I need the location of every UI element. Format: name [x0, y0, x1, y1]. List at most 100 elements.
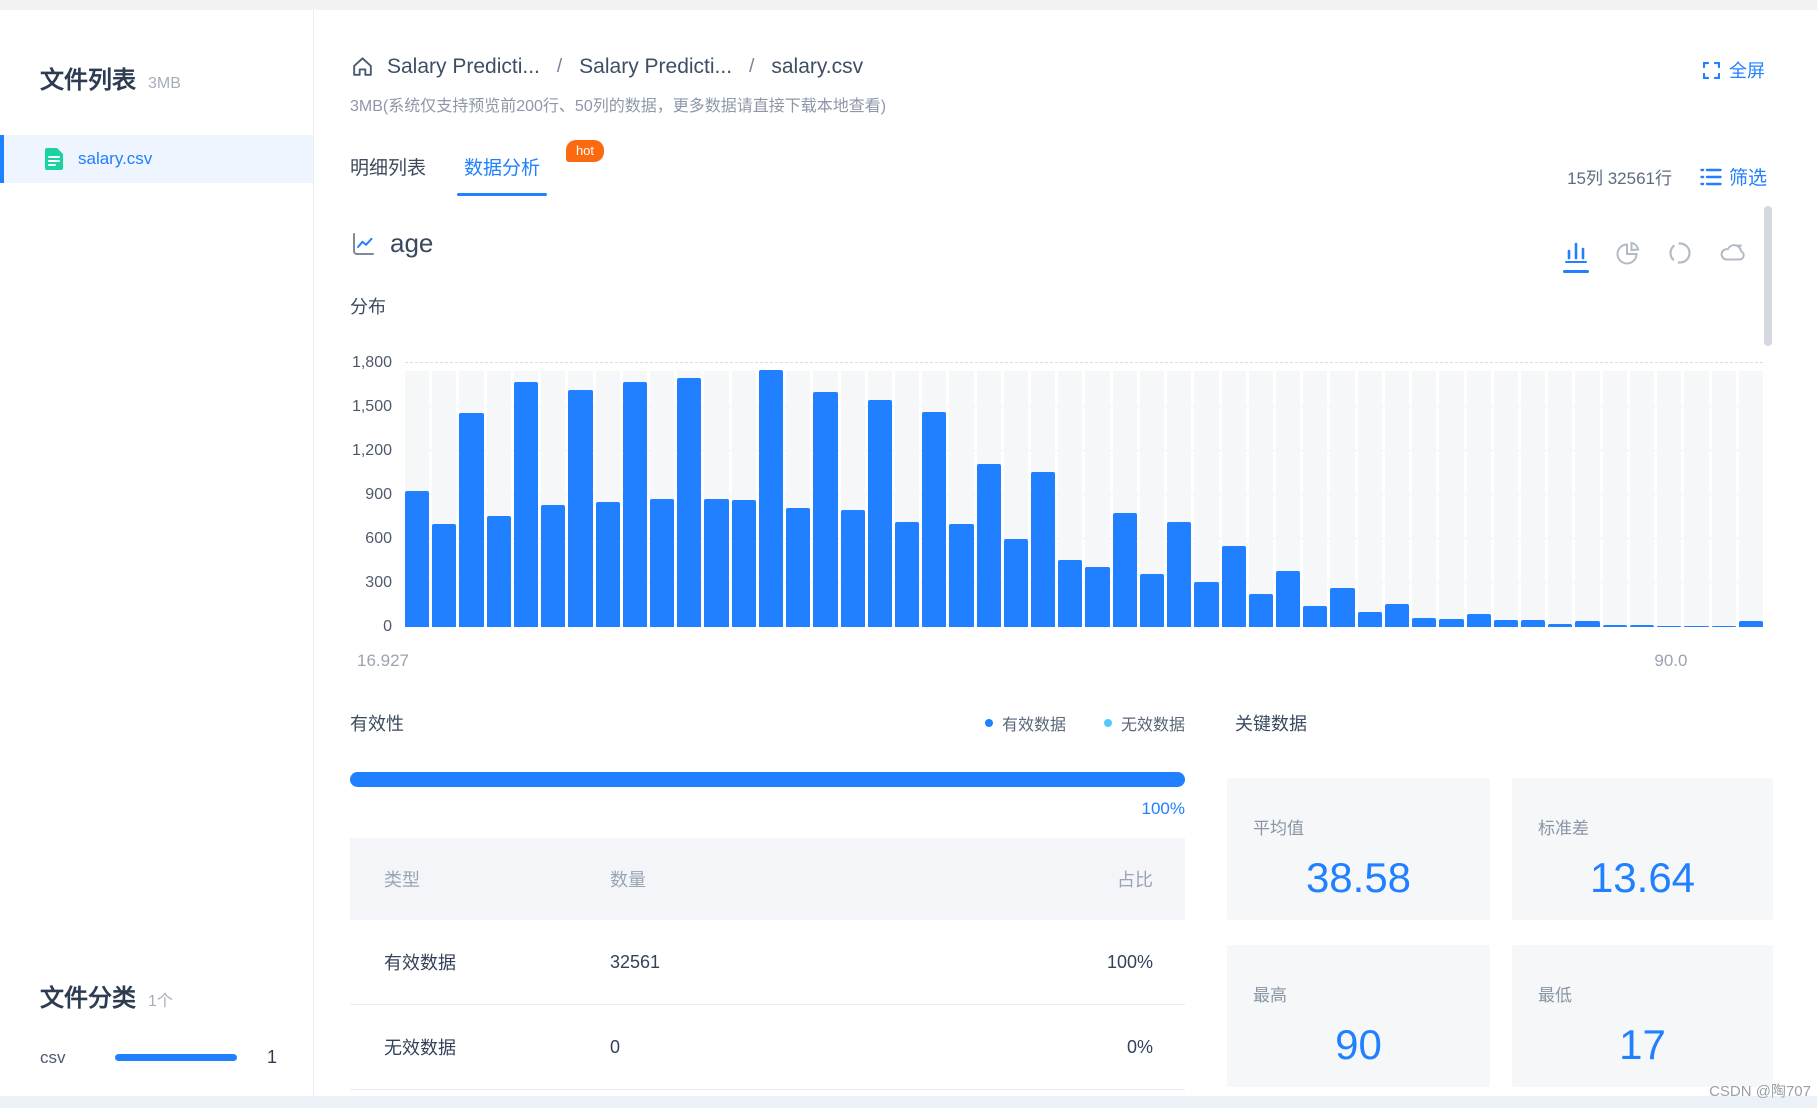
home-icon[interactable]: [350, 54, 375, 79]
category-count: 1: [266, 1047, 277, 1067]
y-tick-label: 1,500: [351, 398, 392, 415]
watermark: CSDN @陶707: [1709, 1083, 1811, 1100]
fullscreen-button[interactable]: 全屏: [1703, 57, 1765, 83]
cell-count: 0: [610, 1036, 621, 1057]
file-classify-section: 文件分类 1个 csv 1: [40, 978, 277, 1068]
pie-chart-icon[interactable]: [1615, 240, 1641, 266]
category-bar: [115, 1054, 237, 1061]
word-cloud-icon[interactable]: [1719, 240, 1747, 264]
histogram-bar: [1194, 371, 1219, 627]
histogram-bar: [922, 371, 947, 627]
page-top-strip: [0, 0, 1817, 10]
histogram-bar: [840, 371, 865, 627]
cell-ratio: 0%: [1126, 1036, 1153, 1057]
histogram-bar: [1439, 371, 1464, 627]
histogram-bar: [1031, 371, 1056, 627]
legend-invalid-label: 无效数据: [1120, 717, 1185, 734]
cell-type: 无效数据: [384, 1038, 456, 1058]
validity-progress-bar: [350, 772, 1185, 787]
histogram-bar: [1058, 371, 1083, 627]
col-header-type: 类型: [384, 870, 420, 890]
histogram-bar: [1575, 371, 1600, 627]
filter-button[interactable]: 筛选: [1700, 163, 1767, 190]
histogram-bar: [1548, 371, 1573, 627]
main-panel: Salary Predicti... / Salary Predicti... …: [314, 10, 1817, 1096]
category-label: csv: [40, 1047, 66, 1067]
preview-limit-note: 3MB(系统仅支持预览前200行、50列的数据，更多数据请直接下载本地查看): [350, 98, 887, 115]
y-tick-label: 900: [365, 486, 392, 503]
bar-chart-icon[interactable]: [1563, 240, 1589, 273]
donut-chart-icon[interactable]: [1667, 240, 1693, 266]
histogram-bar: [1221, 371, 1246, 627]
line-chart-icon: [350, 231, 376, 257]
invalid-data-dot: [1103, 719, 1112, 727]
histogram-bar: [1384, 371, 1410, 627]
category-row-csv[interactable]: csv 1: [40, 1047, 277, 1068]
csv-file-icon: [44, 147, 64, 171]
cell-type: 有效数据: [384, 953, 456, 973]
chart-type-switcher: [1563, 240, 1747, 273]
key-stats-title: 关键数据: [1235, 714, 1307, 734]
validity-title: 有效性: [350, 714, 404, 734]
tab-data-analysis-label: 数据分析: [464, 158, 541, 179]
histogram-bar: [1629, 371, 1655, 627]
distribution-label: 分布: [350, 297, 386, 317]
active-chart-indicator: [1563, 270, 1589, 273]
histogram-bar: [513, 371, 539, 627]
histogram-slots: [405, 363, 1763, 627]
file-name-label: salary.csv: [78, 149, 153, 168]
stat-label: 标准差: [1538, 819, 1589, 838]
valid-data-dot: [984, 719, 993, 727]
breadcrumb-item-project[interactable]: Salary Predicti...: [387, 55, 540, 79]
histogram-bar: [677, 371, 702, 627]
tab-data-analysis[interactable]: 数据分析 hot: [457, 140, 605, 196]
rows-cols-count: 15列 32561行: [1567, 169, 1672, 188]
stat-value: 17: [1619, 1021, 1666, 1068]
stat-label: 最高: [1253, 986, 1287, 1005]
histogram-bar: [568, 371, 593, 627]
legend-invalid-data[interactable]: 无效数据: [1103, 711, 1185, 735]
histogram-bar: [1276, 371, 1301, 627]
x-axis-min-label: 16.927: [357, 651, 409, 670]
breadcrumb-item-folder[interactable]: Salary Predicti...: [579, 55, 732, 79]
field-header: age: [350, 228, 433, 259]
histogram-bar: [1248, 371, 1273, 627]
stat-card-mean: 平均值 38.58: [1227, 778, 1490, 920]
legend-valid-data[interactable]: 有效数据: [984, 711, 1066, 735]
file-classify-header: 文件分类 1个: [40, 978, 277, 1013]
histogram-bar: [1602, 371, 1627, 627]
vertical-scrollbar-thumb[interactable]: [1764, 206, 1772, 346]
table-header-row: 类型 数量 占比: [350, 838, 1185, 920]
table-meta-row: 15列 32561行 筛选: [1567, 163, 1767, 190]
histogram-bar: [1657, 371, 1682, 627]
breadcrumb-separator: /: [749, 55, 755, 77]
sidebar-item-salary-csv[interactable]: salary.csv: [0, 135, 313, 183]
fullscreen-label: 全屏: [1729, 61, 1765, 81]
histogram-bar: [486, 371, 511, 627]
histogram-bar: [1738, 371, 1763, 627]
histogram-bar: [731, 371, 756, 627]
histogram-bar: [405, 371, 430, 627]
col-header-count: 数量: [610, 870, 646, 890]
validity-percent: 100%: [1141, 799, 1185, 818]
age-histogram: 0 300 600 900 1,200 1,500 1,800 16.927 90.0: [352, 354, 1763, 670]
page: { "sidebar": { "title": "文件列表", "size_ba…: [0, 0, 1817, 1108]
histogram-bar: [1330, 371, 1355, 627]
histogram-bar: [867, 371, 892, 627]
breadcrumb-separator: /: [556, 55, 563, 77]
histogram-bar: [459, 371, 484, 627]
legend-valid-label: 有效数据: [1001, 717, 1066, 734]
filter-label: 筛选: [1728, 168, 1767, 189]
histogram-bar: [1684, 371, 1709, 627]
tab-detail-list[interactable]: 明细列表: [350, 153, 426, 180]
stat-value: 13.64: [1589, 854, 1696, 901]
file-classify-count: 1个: [148, 993, 173, 1010]
histogram-bar: [949, 371, 974, 627]
histogram-bar: [432, 371, 457, 627]
stat-card-min: 最低 17: [1512, 945, 1773, 1087]
histogram-bar: [1357, 371, 1382, 627]
stat-card-std: 标准差 13.64: [1512, 778, 1773, 920]
field-name: age: [390, 228, 434, 258]
histogram-bar: [894, 371, 920, 627]
y-tick-label: 1,800: [351, 354, 392, 371]
